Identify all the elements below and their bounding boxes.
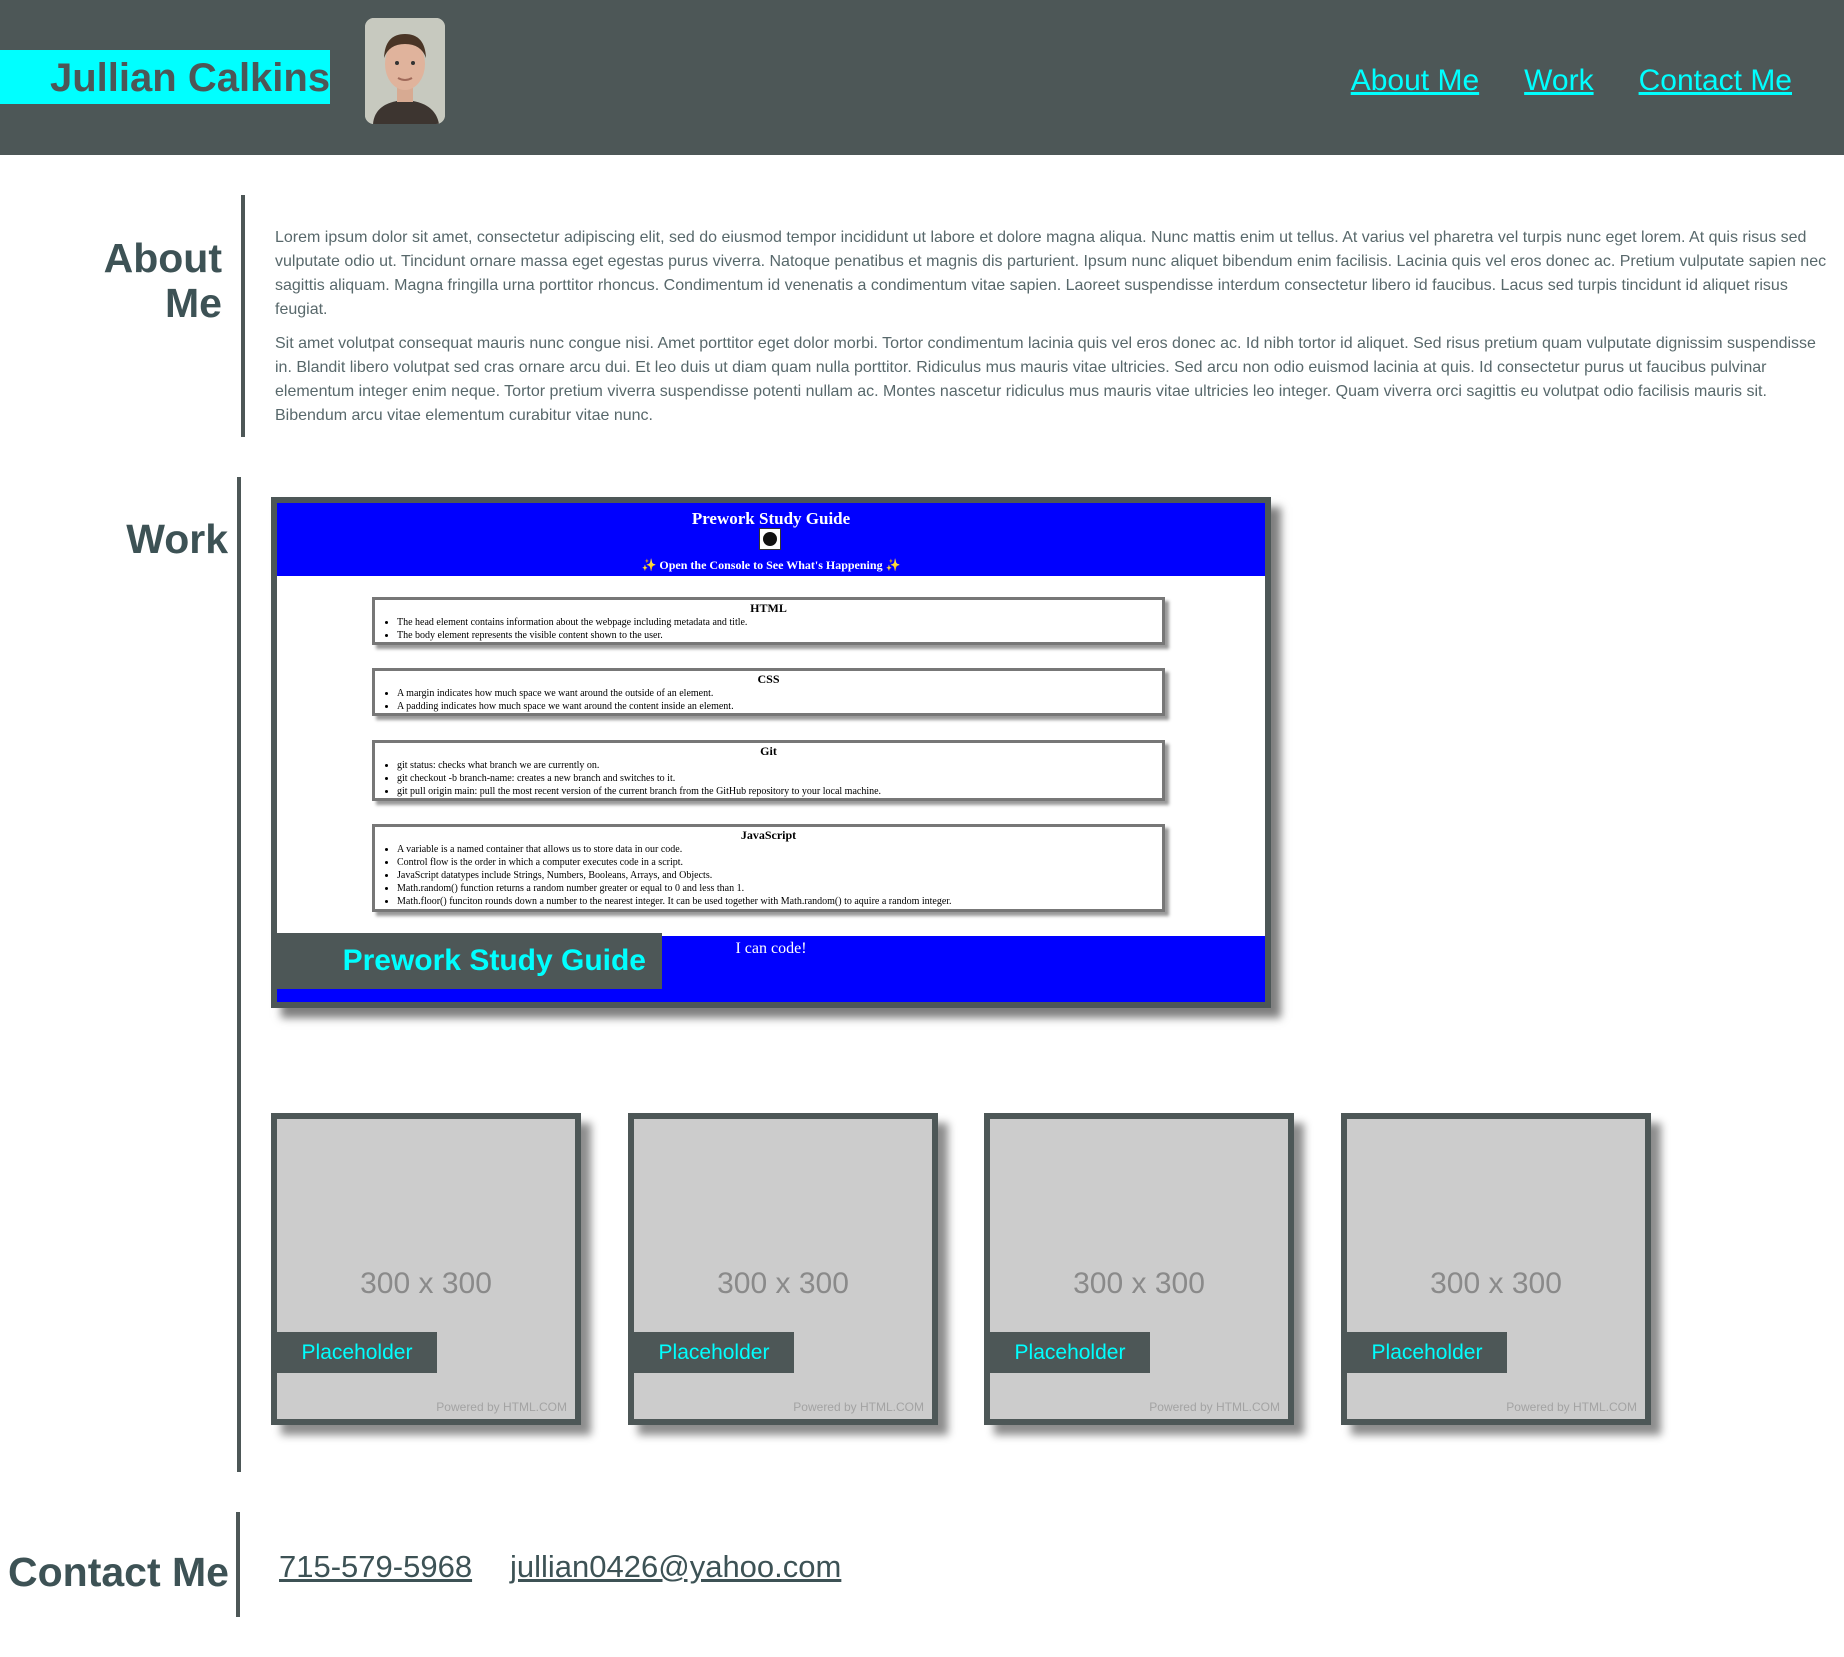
placeholder-project-card[interactable]: 300 x 300 Placeholder Powered by HTML.CO… — [628, 1113, 938, 1425]
card-item: The head element contains information ab… — [397, 616, 1162, 629]
contact-divider — [236, 1512, 240, 1617]
card-item: Math.random() function returns a random … — [397, 882, 1162, 895]
featured-project-card[interactable]: Prework Study Guide ✨ Open the Console t… — [271, 497, 1271, 1008]
work-divider — [237, 477, 241, 1472]
featured-project-label[interactable]: Prework Study Guide — [277, 933, 662, 989]
preview-card-html: HTML The head element contains informati… — [372, 597, 1165, 645]
site-header: Jullian Calkins About Me Work Contact Me — [0, 0, 1844, 155]
preview-subtitle: ✨ Open the Console to See What's Happeni… — [641, 558, 901, 572]
placeholder-project-card[interactable]: 300 x 300 Placeholder Powered by HTML.CO… — [1341, 1113, 1651, 1425]
card-item: JavaScript datatypes include Strings, Nu… — [397, 869, 1162, 882]
card-item: A variable is a named container that all… — [397, 843, 1162, 856]
nav-contact-me-link[interactable]: Contact Me — [1639, 64, 1792, 98]
placeholder-size-text: 300 x 300 — [1430, 1267, 1562, 1300]
placeholder-project-card[interactable]: 300 x 300 Placeholder Powered by HTML.CO… — [984, 1113, 1294, 1425]
cat-icon — [759, 528, 781, 550]
card-item: Control flow is the order in which a com… — [397, 856, 1162, 869]
about-text: Lorem ipsum dolor sit amet, consectetur … — [275, 226, 1830, 438]
placeholder-size-text: 300 x 300 — [360, 1267, 492, 1300]
card-item: git status: checks what branch we are cu… — [397, 759, 1162, 772]
preview-header: Prework Study Guide ✨ Open the Console t… — [277, 503, 1265, 576]
card-item: git checkout -b branch-name: creates a n… — [397, 772, 1162, 785]
about-paragraph: Lorem ipsum dolor sit amet, consectetur … — [275, 229, 1827, 318]
placeholder-size-text: 300 x 300 — [717, 1267, 849, 1300]
card-item: A padding indicates how much space we wa… — [397, 700, 1162, 713]
main-nav: About Me Work Contact Me — [1351, 64, 1792, 98]
placeholder-label[interactable]: Placeholder — [1347, 1332, 1507, 1373]
card-heading: Git — [760, 744, 777, 758]
card-item: git pull origin main: pull the most rece… — [397, 785, 1162, 798]
placeholder-label[interactable]: Placeholder — [990, 1332, 1150, 1373]
work-section-title: Work — [126, 516, 228, 562]
placeholder-project-card[interactable]: 300 x 300 Placeholder Powered by HTML.CO… — [271, 1113, 581, 1425]
powered-by-text: Powered by HTML.COM — [1149, 1400, 1280, 1414]
powered-by-text: Powered by HTML.COM — [1506, 1400, 1637, 1414]
preview-title: Prework Study Guide — [691, 509, 851, 528]
card-item: Math.floor() funciton rounds down a numb… — [397, 895, 1162, 908]
card-item: A margin indicates how much space we wan… — [397, 687, 1162, 700]
card-item: The body element represents the visible … — [397, 629, 1162, 642]
card-heading: JavaScript — [740, 828, 797, 842]
preview-card-javascript: JavaScript A variable is a named contain… — [372, 824, 1165, 912]
nav-work-link[interactable]: Work — [1524, 64, 1593, 98]
site-owner-name: Jullian Calkins — [50, 56, 331, 100]
card-heading: HTML — [750, 601, 787, 615]
card-heading: CSS — [757, 672, 780, 686]
preview-card-css: CSS A margin indicates how much space we… — [372, 668, 1165, 716]
avatar — [365, 18, 445, 124]
placeholder-size-text: 300 x 300 — [1073, 1267, 1205, 1300]
contact-section-title: Contact Me — [8, 1549, 229, 1595]
nav-about-me-link[interactable]: About Me — [1351, 64, 1479, 98]
contact-phone-link[interactable]: 715-579-5968 — [279, 1549, 472, 1585]
placeholder-label[interactable]: Placeholder — [634, 1332, 794, 1373]
powered-by-text: Powered by HTML.COM — [793, 1400, 924, 1414]
about-divider — [241, 195, 245, 437]
contact-email-link[interactable]: jullian0426@yahoo.com — [510, 1549, 841, 1585]
about-section-title: About Me — [103, 235, 222, 326]
preview-card-git: Git git status: checks what branch we ar… — [372, 740, 1165, 801]
powered-by-text: Powered by HTML.COM — [436, 1400, 567, 1414]
placeholder-label[interactable]: Placeholder — [277, 1332, 437, 1373]
name-banner: Jullian Calkins — [0, 50, 330, 104]
about-paragraph: Sit amet volutpat consequat mauris nunc … — [275, 335, 1816, 424]
